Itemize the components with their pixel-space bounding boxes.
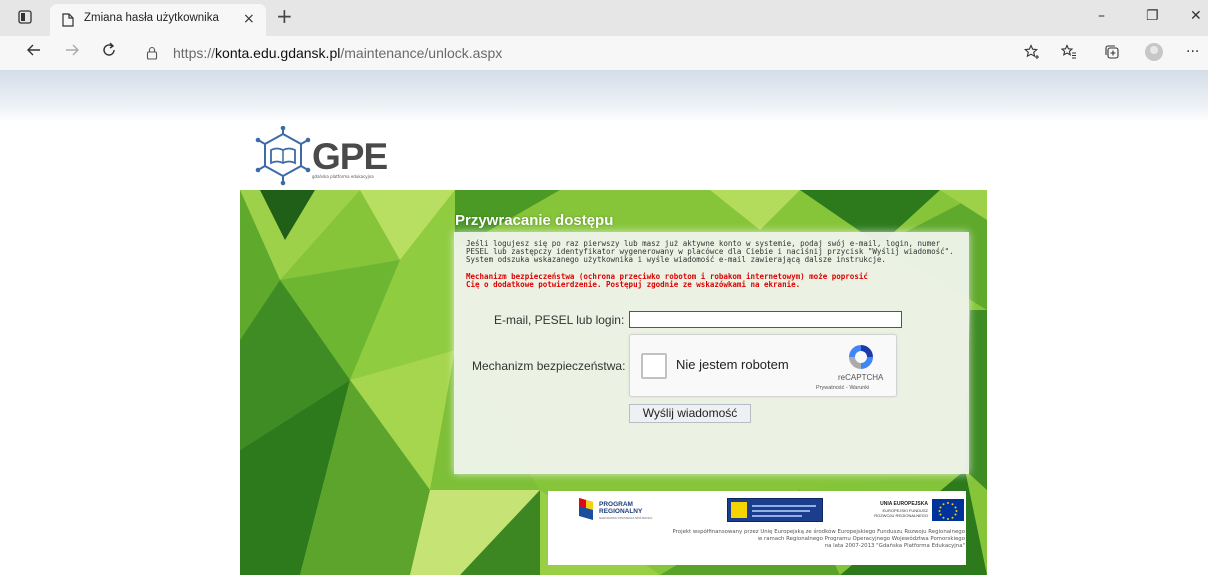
pomorskie-logo	[727, 498, 823, 522]
program-text-2: REGIONALNY	[599, 508, 643, 515]
recaptcha-logo-icon	[846, 342, 876, 376]
logo-subtitle: gdańska platforma edukacyjna	[312, 174, 374, 179]
logo-text: GPE	[312, 136, 388, 177]
eu-flag-icon	[932, 499, 964, 521]
url-text: https://konta.edu.gdansk.pl/maintenance/…	[173, 45, 503, 61]
gpe-emblem-icon	[255, 125, 311, 186]
forward-icon[interactable]	[64, 42, 80, 63]
recaptcha-brand: reCAPTCHA	[838, 373, 884, 382]
new-tab-icon[interactable]: +	[276, 6, 293, 26]
recaptcha-checkbox[interactable]	[641, 353, 667, 379]
gpe-logo: GPE gdańska platforma edukacyjna	[254, 125, 394, 186]
login-label: E-mail, PESEL lub login:	[494, 313, 625, 327]
program-text-3: NARODOWA STRATEGIA SPÓJNOŚCI	[599, 516, 653, 520]
intro-text: Jeśli logujesz się po raz pierwszy lub m…	[466, 239, 966, 265]
lock-icon[interactable]	[146, 45, 158, 64]
url-field[interactable]: https://konta.edu.gdansk.pl/maintenance/…	[128, 39, 1128, 66]
recaptcha-widget: Nie jestem robotem reCAPTCHA Prywatność …	[629, 334, 897, 397]
funding-line: Projekt współfinansowany przez Unię Euro…	[672, 529, 965, 535]
window-close-icon[interactable]: ✕	[1190, 8, 1202, 24]
address-bar: https://konta.edu.gdansk.pl/maintenance/…	[0, 36, 1208, 70]
minimize-icon[interactable]: –	[1098, 8, 1105, 24]
page-header-strip	[0, 70, 1208, 122]
program-regionalny-logo: PROGRAM REGIONALNY NARODOWA STRATEGIA SP…	[577, 496, 667, 524]
send-message-button[interactable]: Wyślij wiadomość	[629, 404, 751, 423]
security-warning: Mechanizm bezpieczeństwa (ochrona przeci…	[466, 272, 966, 290]
funding-statement: Projekt współfinansowany przez Unię Euro…	[555, 529, 965, 550]
program-text-1: PROGRAM	[599, 501, 633, 508]
restore-icon[interactable]: ❐	[1146, 8, 1159, 24]
refresh-icon[interactable]	[101, 42, 117, 63]
funding-line: na lata 2007-2013 "Gdańska Platforma Edu…	[824, 543, 965, 549]
recaptcha-privacy-links[interactable]: Prywatność - Warunki	[816, 385, 869, 391]
tab-strip: Zmiana hasła użytkownika × + – ❐ ✕	[0, 0, 1208, 36]
tab-title: Zmiana hasła użytkownika	[84, 12, 219, 24]
add-favorite-icon[interactable]	[1024, 44, 1040, 64]
tab-close-icon[interactable]: ×	[243, 11, 255, 27]
recaptcha-label: Nie jestem robotem	[676, 357, 789, 372]
security-label: Mechanizm bezpieczeństwa:	[472, 359, 626, 373]
funding-line: w ramach Regionalnego Programu Operacyjn…	[757, 536, 965, 542]
flag-icon	[579, 498, 593, 520]
warning-line: Cię o dodatkowe potwierdzenie. Postępuj …	[466, 280, 801, 290]
more-menu-icon[interactable]: ···	[1186, 44, 1199, 60]
intro-line: System odszuka wskazanego użytkownika i …	[466, 255, 886, 265]
browser-tab[interactable]: Zmiana hasła użytkownika ×	[50, 4, 266, 36]
page-icon	[62, 12, 74, 31]
eu-text-1: UNIA EUROPEJSKA	[880, 501, 928, 507]
tab-actions-icon[interactable]	[18, 10, 34, 26]
profile-avatar[interactable]	[1145, 43, 1163, 61]
eu-text-3: ROZWOJU REGIONALNEGO	[874, 513, 928, 518]
pomorskie-crest-icon	[731, 502, 747, 518]
eu-logo: UNIA EUROPEJSKA EUROPEJSKI FUNDUSZ ROZWO…	[868, 496, 964, 524]
form-heading: Przywracanie dostępu	[455, 212, 614, 229]
collections-icon[interactable]	[1104, 44, 1120, 64]
favorites-icon[interactable]	[1060, 44, 1077, 64]
back-icon[interactable]	[26, 42, 42, 63]
login-input[interactable]	[629, 311, 902, 328]
